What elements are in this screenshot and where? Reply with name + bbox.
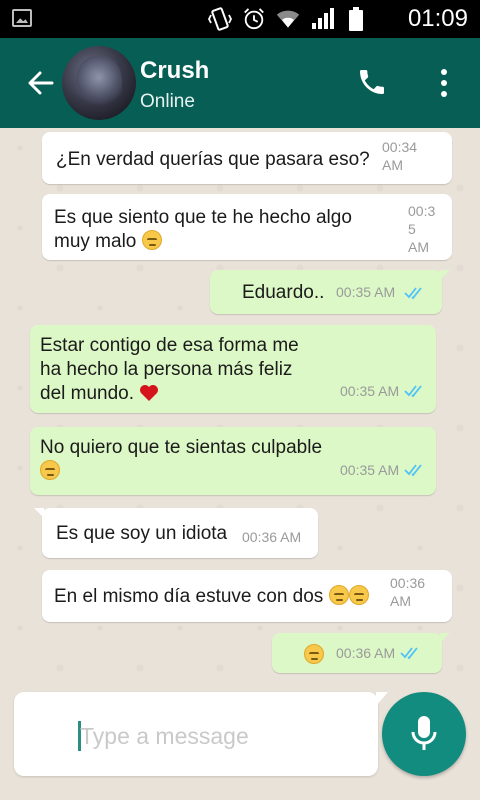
mic-button[interactable]	[382, 692, 466, 776]
message-time: 00:35 AM	[340, 383, 400, 399]
message-text: Estar contigo de esa forma me ha hecho l…	[40, 335, 299, 404]
avatar[interactable]	[62, 46, 136, 120]
message-time: 00:34 AM	[382, 139, 418, 173]
mic-icon	[411, 716, 437, 750]
message-text: No quiero que te sientas culpable	[40, 436, 322, 484]
message-time: 00:35 AM	[336, 284, 396, 300]
message-text: Es que soy un idiota	[56, 523, 228, 544]
heart-emoji	[140, 385, 159, 401]
alarm-icon	[242, 6, 266, 32]
pensive-emoji	[141, 230, 162, 250]
message-time: 00:36 AM	[390, 575, 426, 609]
pensive-emoji	[348, 585, 369, 605]
call-icon[interactable]	[356, 66, 388, 98]
message-time: 00:35 AM	[340, 462, 400, 478]
message-incoming[interactable]: Es que siento que te he hecho algo muy m…	[42, 194, 452, 260]
contact-status: Online	[140, 91, 195, 112]
message-outgoing[interactable]: 00:36 AM	[272, 633, 450, 673]
message-text: Eduardo..	[242, 282, 325, 303]
contact-name[interactable]: Crush	[140, 57, 209, 85]
double-check-icon	[400, 647, 418, 660]
wifi-icon	[276, 6, 300, 32]
chat-header: Crush Online	[0, 38, 480, 128]
pensive-emoji	[40, 460, 60, 480]
signal-icon	[310, 6, 334, 32]
pensive-emoji	[328, 585, 349, 605]
chat-area[interactable]: ¿En verdad querías que pasara eso? 00:34…	[0, 128, 480, 688]
composer-bar	[0, 688, 480, 800]
message-text: En el mismo día estuve con dos	[54, 585, 369, 609]
message-text: ¿En verdad querías que pasara eso?	[56, 149, 370, 170]
status-bar: 01:09	[0, 0, 480, 38]
back-arrow-icon[interactable]	[24, 66, 58, 100]
message-incoming[interactable]: Es que soy un idiota 00:36 AM	[34, 508, 318, 558]
message-input-container[interactable]	[14, 692, 388, 776]
message-outgoing[interactable]: Eduardo.. 00:35 AM	[210, 270, 450, 314]
message-time: 00:3 5 AM	[408, 203, 436, 255]
more-vert-icon[interactable]	[432, 66, 456, 100]
double-check-icon	[404, 464, 422, 477]
pensive-emoji	[304, 644, 324, 664]
message-time: 00:36 AM	[336, 645, 396, 661]
message-outgoing[interactable]: Estar contigo de esa forma me ha hecho l…	[30, 325, 436, 413]
message-input[interactable]	[80, 720, 360, 752]
double-check-icon	[404, 287, 422, 300]
message-incoming[interactable]: En el mismo día estuve con dos 00:36 AM	[42, 570, 452, 622]
vibrate-icon	[208, 6, 232, 32]
battery-icon	[344, 6, 368, 32]
status-icons	[208, 6, 368, 32]
message-incoming[interactable]: ¿En verdad querías que pasara eso? 00:34…	[42, 132, 452, 184]
status-time: 01:09	[407, 5, 468, 32]
message-text: Es que siento que te he hecho algo muy m…	[54, 207, 352, 252]
message-outgoing[interactable]: No quiero que te sientas culpable 00:35 …	[30, 427, 436, 495]
message-time: 00:36 AM	[242, 529, 302, 545]
image-icon	[12, 9, 32, 27]
double-check-icon	[404, 385, 422, 398]
